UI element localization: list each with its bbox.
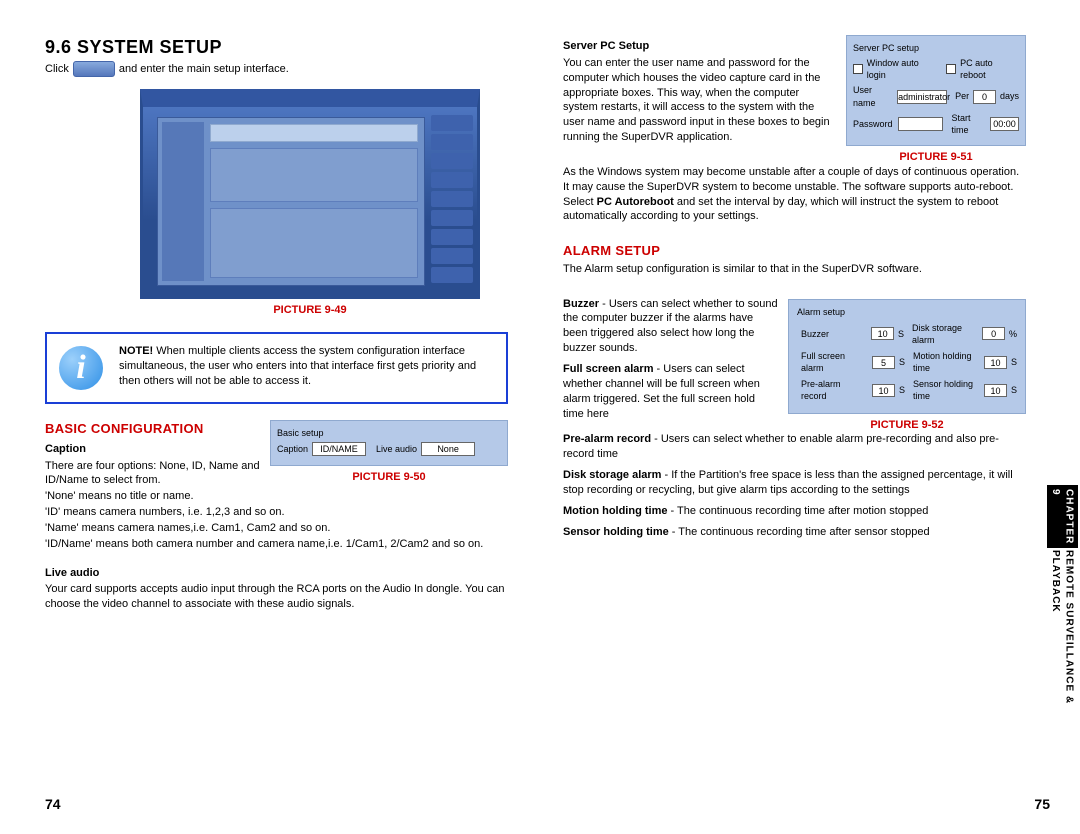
note-body: When multiple clients access the system …	[119, 345, 476, 387]
fig52-buzzer-unit: S	[898, 328, 904, 340]
fig52-disk-unit: %	[1009, 328, 1017, 340]
fig52-motion-label: Motion holding time	[913, 350, 980, 374]
fig52-title: Alarm setup	[797, 306, 1017, 318]
click-text-before: Click	[45, 62, 69, 77]
buzzer-lbl: Buzzer	[563, 298, 599, 310]
alarm-intro: The Alarm setup configuration is similar…	[563, 262, 1026, 277]
caption-line: 'ID' means camera numbers, i.e. 1,2,3 an…	[45, 505, 508, 520]
fig51-start-label: Start time	[951, 112, 986, 136]
note-label: NOTE!	[119, 345, 153, 357]
fig52-full-label: Full screen alarm	[801, 350, 868, 374]
fig51-winlogin-label: Window auto login	[867, 57, 939, 81]
fig51-reboot-checkbox	[946, 64, 956, 74]
liveaudio-subhead: Live audio	[45, 566, 508, 581]
fig52-motion-unit: S	[1011, 356, 1017, 368]
caption-line: 'None' means no title or name.	[45, 489, 508, 504]
click-text-after: and enter the main setup interface.	[119, 62, 289, 77]
figure-9-50: Basic setup Caption ID/NAME Live audio N…	[270, 420, 508, 485]
fig52-buzzer-value: 10	[871, 327, 894, 340]
caption-line: 'Name' means camera names,i.e. Cam1, Cam…	[45, 521, 508, 536]
page-spread: 9.6 SYSTEM SETUP Click and enter the mai…	[0, 0, 1080, 834]
fig52-full-unit: S	[899, 356, 905, 368]
right-page: Server PC setup Window auto login PC aut…	[563, 35, 1050, 814]
fig52-buzzer-label: Buzzer	[801, 328, 867, 340]
page-number-left: 74	[45, 795, 61, 814]
fig51-per-unit: days	[1000, 90, 1019, 102]
sensor-desc: - The continuous recording time after se…	[669, 526, 930, 538]
server-p2b: PC Autoreboot	[597, 196, 674, 208]
info-icon: i	[57, 344, 105, 392]
fig52-disk-label: Disk storage alarm	[912, 322, 978, 346]
fullscreen-lbl: Full screen alarm	[563, 363, 654, 375]
page-number-right: 75	[1034, 795, 1050, 814]
figure-9-49	[140, 89, 480, 299]
fig52-full-value: 5	[872, 356, 895, 369]
motion-lbl: Motion holding time	[563, 505, 667, 517]
caption-line: 'ID/Name' means both camera number and c…	[45, 537, 508, 552]
fig52-sensor-value: 10	[984, 384, 1007, 397]
picture-9-51-caption: PICTURE 9-51	[846, 150, 1026, 165]
fig51-pwd-label: Password	[853, 118, 894, 130]
fig52-pre-value: 10	[872, 384, 895, 397]
click-instruction: Click and enter the main setup interface…	[45, 61, 508, 77]
picture-9-49-caption: PICTURE 9-49	[140, 303, 480, 318]
fig51-per-label: Per	[955, 90, 969, 102]
prealarm-lbl: Pre-alarm record	[563, 433, 651, 445]
server-pc-p2: As the Windows system may become unstabl…	[563, 165, 1026, 224]
fig50-liveaudio-value: None	[421, 442, 475, 456]
fig51-start-value: 00:00	[990, 117, 1019, 131]
fig52-motion-value: 10	[984, 356, 1007, 369]
note-text: NOTE! When multiple clients access the s…	[119, 344, 492, 389]
fig52-pre-label: Pre-alarm record	[801, 378, 868, 402]
setup-button-icon	[73, 61, 115, 77]
fig52-disk-value: 0	[982, 327, 1005, 340]
fig51-reboot-label: PC auto reboot	[960, 57, 1019, 81]
fig51-winlogin-checkbox	[853, 64, 863, 74]
left-page: 9.6 SYSTEM SETUP Click and enter the mai…	[45, 35, 508, 814]
section-heading: 9.6 SYSTEM SETUP	[45, 35, 508, 59]
sensor-lbl: Sensor holding time	[563, 526, 669, 538]
fig51-per-value: 0	[973, 90, 996, 104]
fig51-pwd-value	[898, 117, 943, 131]
figure-9-52: Alarm setup Buzzer 10 S Disk storage ala…	[788, 299, 1026, 433]
chapter-number: CHAPTER 9	[1047, 485, 1078, 548]
fig51-uname-label: User name	[853, 84, 893, 108]
fig52-sensor-label: Sensor holding time	[913, 378, 980, 402]
chapter-title: REMOTE SURVEILLANCE & PLAYBACK	[1049, 550, 1076, 735]
fig50-title: Basic setup	[277, 427, 501, 439]
fig52-pre-unit: S	[899, 384, 905, 396]
fig51-title: Server PC setup	[853, 42, 1019, 54]
fig50-caption-label: Caption	[277, 443, 308, 455]
fig50-liveaudio-label: Live audio	[376, 443, 417, 455]
liveaudio-text: Your card supports accepts audio input t…	[45, 582, 508, 612]
picture-9-52-caption: PICTURE 9-52	[788, 418, 1026, 433]
figure-9-51: Server PC setup Window auto login PC aut…	[846, 35, 1026, 165]
picture-9-50-caption: PICTURE 9-50	[270, 470, 508, 485]
disk-lbl: Disk storage alarm	[563, 469, 661, 481]
chapter-tab: CHAPTER 9 REMOTE SURVEILLANCE & PLAYBACK	[1054, 485, 1070, 735]
fig52-sensor-unit: S	[1011, 384, 1017, 396]
fig50-caption-value: ID/NAME	[312, 442, 366, 456]
fig51-uname-value: administrator	[897, 90, 947, 104]
motion-desc: - The continuous recording time after mo…	[667, 505, 928, 517]
note-box: i NOTE! When multiple clients access the…	[45, 332, 508, 404]
alarm-setup-heading: ALARM SETUP	[563, 242, 1026, 260]
